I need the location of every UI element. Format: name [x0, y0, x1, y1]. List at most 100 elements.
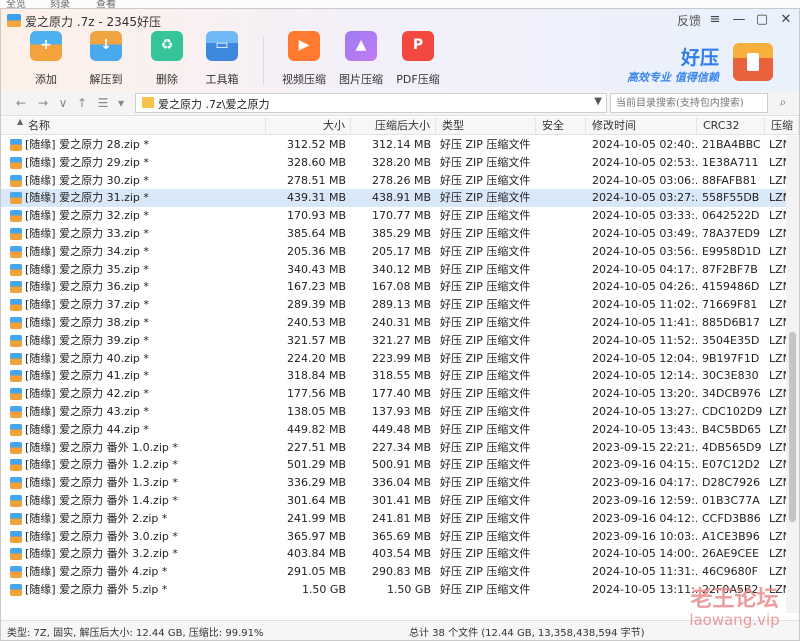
view-dropdown-icon[interactable]: ▾ [113, 95, 129, 111]
cell-type: 好压 ZIP 压缩文件 [440, 351, 531, 365]
pdf-compress-button[interactable]: P PDF压缩 [389, 29, 447, 91]
back-icon[interactable]: ← [13, 95, 29, 111]
forward-icon[interactable]: → [35, 95, 51, 111]
column-name[interactable]: 名称 [1, 117, 266, 135]
column-method[interactable]: 压缩 [765, 117, 799, 135]
menu-item-all[interactable]: 全览 [6, 0, 26, 8]
cell-method: LZN [769, 138, 786, 151]
search-icon[interactable]: ⌕ [771, 95, 795, 111]
table-row[interactable]: [随缘] 爱之原力 番外 4.zip * 291.05 MB 290.83 MB 好压… [1, 563, 786, 581]
extract-button[interactable]: ↓ 解压到 [77, 29, 135, 91]
table-row[interactable]: [随缘] 爱之原力 31.zip * 439.31 MB 438.91 MB 好压 Z… [1, 189, 786, 208]
column-size[interactable]: 大小 [266, 117, 351, 135]
history-dropdown-icon[interactable]: ∨ [55, 95, 71, 111]
cell-size: 336.29 MB [286, 476, 346, 490]
cell-security [542, 439, 586, 457]
cell-crc: 88FAFB81 [702, 173, 757, 187]
cell-type: 好压 ZIP 压缩文件 [440, 405, 531, 418]
close-button[interactable]: ✕ [776, 10, 796, 30]
table-row[interactable]: [随缘] 爱之原力 番外 2.zip * 241.99 MB 241.81 MB 好压… [1, 510, 786, 528]
cell-type: 好压 ZIP 压缩文件 [440, 547, 531, 561]
cell-modified: 2024-10-05 04:26:... [592, 280, 697, 294]
cell-packed: 301.41 MB [371, 494, 431, 507]
column-modified[interactable]: 修改时间 [586, 117, 697, 135]
table-row[interactable]: [随缘] 爱之原力 番外 1.0.zip * 227.51 MB 227.34 MB… [1, 439, 786, 457]
table-row[interactable]: [随缘] 爱之原力 34.zip * 205.36 MB 205.17 MB 好压 Z… [1, 243, 786, 261]
cell-packed: 340.12 MB [371, 262, 431, 276]
zip-file-icon [10, 566, 22, 579]
cell-security [542, 314, 586, 332]
cell-method: LZN [769, 298, 786, 312]
table-row[interactable]: [随缘] 爱之原力 番外 3.0.zip * 365.97 MB 365.69 MB… [1, 528, 786, 546]
scroll-left-icon[interactable]: ◀ [1, 612, 7, 613]
table-row[interactable]: [随缘] 爱之原力 番外 5.zip * 1.50 GB 1.50 GB 好压 ZIP… [1, 581, 786, 599]
cell-name: [随缘] 爱之原力 番外 3.0.zip * [25, 529, 178, 543]
cell-type: 好压 ZIP 压缩文件 [440, 316, 531, 329]
vertical-scrollbar[interactable] [786, 136, 799, 613]
cell-security [542, 421, 586, 439]
list-view-icon[interactable]: ☰ [95, 95, 111, 111]
table-row[interactable]: [随缘] 爱之原力 43.zip * 138.05 MB 137.93 MB 好压 Z… [1, 403, 786, 421]
table-row[interactable]: [随缘] 爱之原力 42.zip * 177.56 MB 177.40 MB 好压 Z… [1, 385, 786, 403]
table-row[interactable]: [随缘] 爱之原力 35.zip * 340.43 MB 340.12 MB 好压 Z… [1, 261, 786, 279]
minimize-button[interactable]: — [729, 10, 749, 30]
table-row[interactable]: [随缘] 爱之原力 33.zip * 385.64 MB 385.29 MB 好压 Z… [1, 225, 786, 243]
add-button[interactable]: + 添加 [17, 29, 75, 91]
path-field[interactable]: 爱之原力 .7z\爱之原力 ▼ [135, 93, 607, 113]
table-row[interactable]: [随缘] 爱之原力 37.zip * 289.39 MB 289.13 MB 好压 Z… [1, 296, 786, 314]
column-security[interactable]: 安全 [536, 117, 586, 135]
table-row[interactable]: [随缘] 爱之原力 44.zip * 449.82 MB 449.48 MB 好压 Z… [1, 421, 786, 439]
column-packed-size[interactable]: 压缩后大小 [351, 117, 436, 135]
table-row[interactable]: [随缘] 爱之原力 番外 1.4.zip * 301.64 MB 301.41 MB… [1, 492, 786, 510]
up-folder-icon[interactable]: ↑ [74, 95, 90, 111]
zip-file-icon [10, 423, 22, 436]
delete-button[interactable]: ♻ 删除 [138, 29, 196, 91]
cell-name: [随缘] 爱之原力 35.zip * [25, 262, 149, 276]
cell-security [542, 581, 586, 599]
vertical-scroll-thumb[interactable] [789, 332, 796, 522]
menu-item-burn[interactable]: 刻录 [50, 0, 70, 8]
cell-crc: CCFD3B86 [702, 511, 761, 525]
table-row[interactable]: [随缘] 爱之原力 39.zip * 321.57 MB 321.27 MB 好压 Z… [1, 332, 786, 350]
toolbox-button[interactable]: ▭ 工具箱 [193, 29, 251, 91]
add-archive-icon: + [30, 31, 62, 61]
cell-name: [随缘] 爱之原力 番外 3.2.zip * [25, 547, 178, 561]
brand-slogan: 高效专业 值得信赖 [627, 71, 719, 84]
menu-item-view[interactable]: 查看 [96, 0, 116, 8]
cell-security [542, 510, 586, 528]
video-compress-button[interactable]: ▶ 视频压缩 [275, 29, 333, 91]
menu-icon[interactable]: ≡ [705, 10, 725, 30]
table-row[interactable]: [随缘] 爱之原力 38.zip * 240.53 MB 240.31 MB 好压 Z… [1, 314, 786, 332]
table-row[interactable]: [随缘] 爱之原力 32.zip * 170.93 MB 170.77 MB 好压 Z… [1, 207, 786, 225]
path-dropdown-icon[interactable]: ▼ [594, 96, 602, 107]
video-compress-icon: ▶ [288, 31, 320, 61]
cell-size: 312.52 MB [286, 138, 346, 151]
table-row[interactable]: [随缘] 爱之原力 40.zip * 224.20 MB 223.99 MB 好压 Z… [1, 350, 786, 368]
table-row[interactable]: [随缘] 爱之原力 番外 1.2.zip * 501.29 MB 500.91 MB… [1, 456, 786, 474]
cell-size: 291.05 MB [286, 565, 346, 579]
table-row[interactable]: [随缘] 爱之原力 41.zip * 318.84 MB 318.55 MB 好压 Z… [1, 367, 786, 385]
feedback-link[interactable]: 反馈 [677, 12, 701, 29]
table-row[interactable]: [随缘] 爱之原力 30.zip * 278.51 MB 278.26 MB 好压 Z… [1, 172, 786, 190]
cell-size: 224.20 MB [286, 351, 346, 365]
column-crc32[interactable]: CRC32 [697, 117, 765, 135]
menu-bar: 全览 刻录 查看 [0, 0, 800, 8]
maximize-button[interactable]: ▢ [752, 10, 772, 30]
image-compress-icon: ▲ [345, 31, 377, 61]
table-row[interactable]: [随缘] 爱之原力 番外 1.3.zip * 336.29 MB 336.04 MB… [1, 474, 786, 492]
cell-packed: 177.40 MB [371, 387, 431, 401]
table-row[interactable]: [随缘] 爱之原力 36.zip * 167.23 MB 167.08 MB 好压 Z… [1, 278, 786, 296]
cell-method: LZN [769, 387, 786, 401]
table-row[interactable]: [随缘] 爱之原力 番外 3.2.zip * 403.84 MB 403.54 MB… [1, 545, 786, 563]
cell-method: LZN [769, 494, 786, 507]
cell-modified: 2024-10-05 13:43:... [592, 422, 697, 436]
search-input[interactable] [610, 93, 768, 113]
zip-file-icon [10, 210, 22, 223]
table-row[interactable]: [随缘] 爱之原力 29.zip * 328.60 MB 328.20 MB 好压 Z… [1, 154, 786, 172]
column-type[interactable]: 类型 [436, 117, 536, 135]
status-total: 总计 38 个文件 (12.44 GB, 13,358,438,594 字节) [409, 628, 645, 639]
table-row[interactable]: [随缘] 爱之原力 28.zip * 312.52 MB 312.14 MB 好压 Z… [1, 136, 786, 154]
image-compress-button[interactable]: ▲ 图片压缩 [332, 29, 390, 91]
cell-size: 501.29 MB [286, 458, 346, 472]
cell-size: 278.51 MB [286, 173, 346, 187]
